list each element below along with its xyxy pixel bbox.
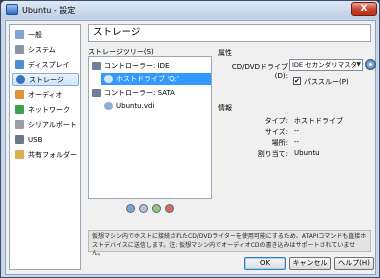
window-title: Ubuntu - 設定 [22, 6, 76, 15]
info-size-value: -- [294, 127, 300, 135]
passthrough-checkbox[interactable]: ✔ [293, 77, 301, 85]
info-location-value: -- [294, 138, 300, 146]
description-text: 仮想マシン内でホストに接続されたCD/DVDライターを使用可能にするため、ATA… [88, 230, 371, 257]
remove-attachment-icon[interactable] [165, 204, 174, 213]
storage-icon [16, 75, 25, 84]
network-icon [15, 105, 24, 114]
cd-dvd-icon [104, 75, 113, 83]
close-button[interactable]: X [351, 2, 377, 16]
tree-item-label: Ubuntu.vdi [116, 102, 155, 110]
sidebar-item-label: USB [28, 135, 43, 144]
storage-tree[interactable]: コントローラー: IDE ホストドライブ 'Q:' コントローラー: SATA … [88, 56, 212, 199]
add-attachment-icon[interactable] [152, 204, 161, 213]
info-size-label: サイズ: [264, 128, 288, 136]
settings-window: Ubuntu - 設定 X 一般 システム ディスプレイ ストレージ オーディオ… [0, 0, 380, 278]
attributes-heading: 属性 [218, 49, 232, 57]
sidebar-item-label: 共有フォルダー [28, 150, 77, 159]
sidebar-item-usb[interactable]: USB [12, 133, 79, 146]
settings-category-list: 一般 システム ディスプレイ ストレージ オーディオ ネットワーク シリアルポー… [9, 24, 81, 270]
page-title: ストレージ [88, 24, 371, 42]
sidebar-item-serial-ports[interactable]: シリアルポート [12, 118, 79, 131]
general-icon [15, 30, 24, 39]
sidebar-item-system[interactable]: システム [12, 43, 79, 56]
info-attached-label: 割り当て: [257, 150, 288, 158]
tree-item-label: コントローラー: SATA [104, 89, 175, 97]
info-type-value: ホストドライブ [294, 117, 343, 125]
audio-icon [15, 90, 24, 99]
sidebar-item-general[interactable]: 一般 [12, 28, 79, 41]
chevron-down-icon: ▼ [356, 61, 361, 68]
serial-port-icon [15, 120, 24, 129]
dialog-client-area: 一般 システム ディスプレイ ストレージ オーディオ ネットワーク シリアルポー… [5, 20, 376, 275]
sidebar-item-display[interactable]: ディスプレイ [12, 58, 79, 71]
cd-drive-value: IDE セカンダリマスタ [292, 61, 358, 69]
cd-drive-select[interactable]: IDE セカンダリマスタ ▼ [289, 59, 363, 71]
sidebar-item-label: シリアルポート [28, 120, 77, 129]
sidebar-item-shared-folders[interactable]: 共有フォルダー [12, 148, 79, 161]
virtualbox-app-icon [6, 4, 18, 15]
tree-item-controller-ide[interactable]: コントローラー: IDE [92, 60, 169, 72]
sidebar-item-audio[interactable]: オーディオ [12, 88, 79, 101]
choose-disc-icon[interactable] [365, 59, 376, 70]
sidebar-item-label: ネットワーク [28, 105, 70, 114]
cd-drive-label: CD/DVDドライブ(D): [231, 63, 288, 80]
info-type-label: タイプ: [264, 117, 288, 125]
title-bar[interactable]: Ubuntu - 設定 X [1, 1, 379, 19]
tree-item-controller-sata[interactable]: コントローラー: SATA [92, 87, 175, 99]
tree-item-host-drive[interactable]: ホストドライブ 'Q:' [101, 73, 211, 85]
tree-item-label: コントローラー: IDE [104, 62, 170, 70]
passthrough-label[interactable]: パススルー(P) [304, 77, 349, 87]
info-attached-value: Ubuntu [294, 149, 320, 157]
sidebar-item-network[interactable]: ネットワーク [12, 103, 79, 116]
sidebar-item-label: ストレージ [29, 75, 64, 84]
system-icon [15, 45, 24, 54]
sidebar-item-label: オーディオ [28, 90, 63, 99]
sata-controller-icon [92, 89, 101, 97]
add-controller-icon[interactable] [126, 204, 135, 213]
sidebar-item-storage[interactable]: ストレージ [12, 73, 79, 86]
shared-folder-icon [15, 150, 24, 159]
info-location-label: 場所: [271, 139, 288, 147]
cancel-button[interactable]: キャンセル [289, 257, 331, 270]
tree-item-sata-disk[interactable]: Ubuntu.vdi [104, 100, 154, 112]
remove-controller-icon[interactable] [139, 204, 148, 213]
help-button[interactable]: ヘルプ(H) [334, 257, 374, 270]
sidebar-item-label: ディスプレイ [28, 60, 70, 69]
ide-controller-icon [92, 62, 101, 70]
storage-tree-toolbar [88, 201, 212, 216]
sidebar-item-label: システム [28, 45, 56, 54]
display-icon [15, 60, 24, 69]
information-heading: 情報 [218, 104, 232, 112]
sidebar-item-label: 一般 [28, 30, 42, 39]
ok-button[interactable]: OK [244, 257, 286, 270]
tree-item-label: ホストドライブ 'Q:' [116, 75, 179, 83]
usb-icon [15, 135, 24, 144]
hard-disk-icon [104, 102, 113, 110]
